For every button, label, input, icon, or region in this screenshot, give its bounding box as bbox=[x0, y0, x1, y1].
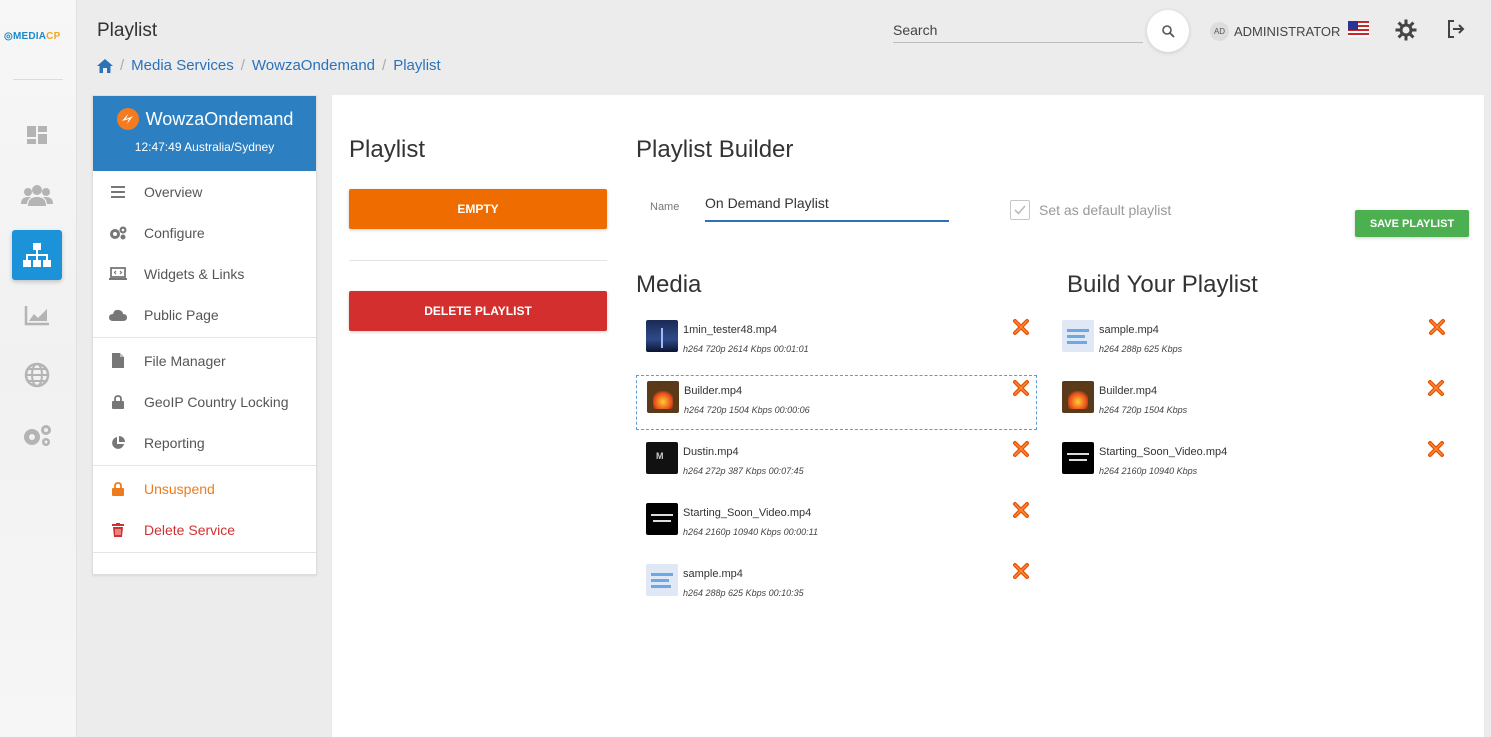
video-thumbnail: M bbox=[646, 442, 678, 474]
menu-unsuspend[interactable]: Unsuspend bbox=[93, 468, 316, 509]
remove-x-icon[interactable] bbox=[1012, 318, 1030, 336]
user-menu[interactable]: AD ADMINISTRATOR bbox=[1210, 22, 1340, 41]
media-heading: Media bbox=[636, 271, 702, 298]
empty-playlist-button[interactable]: EMPTY bbox=[349, 189, 607, 229]
file-icon bbox=[112, 353, 124, 368]
search-button[interactable] bbox=[1147, 10, 1189, 52]
service-menu: Overview Configure Widgets & Links Publi… bbox=[93, 171, 316, 553]
playlist-item[interactable]: Starting_Soon_Video.mp4 h264 2160p 10940 … bbox=[1052, 437, 1452, 492]
dashboard-icon bbox=[27, 126, 47, 144]
sitemap-icon bbox=[23, 243, 51, 267]
lock-icon bbox=[112, 394, 124, 409]
media-item[interactable]: M Dustin.mp4 h264 272p 387 Kbps 00:07:45 bbox=[636, 437, 1037, 492]
remove-x-icon[interactable] bbox=[1428, 318, 1446, 336]
video-thumbnail bbox=[1062, 320, 1094, 352]
media-item[interactable]: sample.mp4 h264 288p 625 Kbps 00:10:35 bbox=[636, 559, 1037, 614]
menu-geoip-locking[interactable]: GeoIP Country Locking bbox=[93, 381, 316, 422]
rail-divider bbox=[13, 79, 63, 80]
playlist-item[interactable]: sample.mp4 h264 288p 625 Kbps bbox=[1052, 315, 1452, 370]
breadcrumb-current[interactable]: Playlist bbox=[393, 57, 441, 74]
remove-x-icon[interactable] bbox=[1012, 440, 1030, 458]
remove-x-icon[interactable] bbox=[1427, 379, 1445, 397]
playlist-item[interactable]: Builder.mp4 h264 720p 1504 Kbps bbox=[1052, 376, 1452, 431]
remove-x-icon[interactable] bbox=[1012, 501, 1030, 519]
media-item[interactable]: 1min_tester48.mp4 h264 720p 2614 Kbps 00:… bbox=[636, 315, 1037, 370]
media-item-selected[interactable]: Builder.mp4 h264 720p 1504 Kbps 00:00:06 bbox=[636, 375, 1037, 430]
menu-widgets-links[interactable]: Widgets & Links bbox=[93, 253, 316, 294]
playlist-name-input[interactable] bbox=[705, 193, 949, 213]
name-label: Name bbox=[650, 201, 680, 213]
rail-reports-button[interactable] bbox=[12, 290, 62, 340]
user-name: ADMINISTRATOR bbox=[1234, 24, 1341, 39]
gears-icon bbox=[110, 226, 127, 239]
service-time: 12:47:49 Australia/Sydney bbox=[134, 140, 275, 154]
service-card: WowzaOndemand 12:47:49 Australia/Sydney … bbox=[92, 95, 317, 575]
playlist-card: Playlist EMPTY DELETE PLAYLIST Playlist … bbox=[332, 95, 1484, 737]
rail-dashboard-button[interactable] bbox=[12, 110, 62, 160]
rail-services-button[interactable] bbox=[12, 230, 62, 280]
video-thumbnail bbox=[646, 503, 678, 535]
cloud-icon bbox=[109, 309, 127, 321]
video-thumbnail bbox=[646, 320, 678, 352]
wowza-logo-icon bbox=[116, 108, 139, 130]
us-flag-icon[interactable] bbox=[1348, 21, 1369, 37]
breadcrumb: / Media Services / WowzaOndemand / Playl… bbox=[97, 57, 441, 74]
video-thumbnail bbox=[647, 381, 679, 413]
video-thumbnail bbox=[1062, 442, 1094, 474]
globe-icon bbox=[24, 362, 50, 388]
logo-circle-icon: ◎ bbox=[4, 31, 13, 42]
menu-configure[interactable]: Configure bbox=[93, 212, 316, 253]
save-playlist-button[interactable]: SAVE PLAYLIST bbox=[1355, 210, 1469, 237]
logout-icon[interactable] bbox=[1446, 19, 1466, 39]
unlock-icon bbox=[112, 481, 124, 496]
rail-users-button[interactable] bbox=[12, 170, 62, 220]
playlist-heading: Playlist bbox=[349, 136, 426, 163]
remove-x-icon[interactable] bbox=[1012, 379, 1030, 397]
service-name: WowzaOndemand bbox=[145, 108, 294, 129]
menu-file-manager[interactable]: File Manager bbox=[93, 340, 316, 381]
media-item[interactable]: Starting_Soon_Video.mp4 h264 2160p 10940 … bbox=[636, 498, 1037, 553]
page-title: Playlist bbox=[97, 20, 158, 41]
search-input[interactable] bbox=[893, 18, 1143, 42]
theme-gear-icon[interactable] bbox=[1395, 19, 1417, 41]
menu-delete-service[interactable]: Delete Service bbox=[93, 509, 316, 550]
menu-reporting[interactable]: Reporting bbox=[93, 422, 316, 463]
playlist-name-field[interactable] bbox=[705, 193, 949, 222]
nav-rail: ◎MEDIACP bbox=[0, 0, 77, 737]
pie-chart-icon bbox=[112, 435, 125, 449]
delete-playlist-button[interactable]: DELETE PLAYLIST bbox=[349, 291, 607, 331]
check-icon bbox=[1014, 205, 1026, 215]
default-playlist-checkbox[interactable] bbox=[1010, 200, 1030, 220]
build-playlist-heading: Build Your Playlist bbox=[1067, 271, 1258, 298]
users-icon bbox=[21, 185, 53, 206]
breadcrumb-service[interactable]: WowzaOndemand bbox=[252, 57, 375, 74]
home-icon[interactable] bbox=[97, 58, 113, 73]
rail-settings-button[interactable] bbox=[12, 410, 62, 460]
video-thumbnail bbox=[646, 564, 678, 596]
list-icon bbox=[111, 185, 125, 198]
cogs-icon bbox=[24, 425, 51, 446]
video-thumbnail bbox=[1062, 381, 1094, 413]
default-playlist-label: Set as default playlist bbox=[1039, 202, 1172, 218]
app-logo[interactable]: ◎MEDIACP bbox=[4, 31, 60, 42]
search-icon bbox=[1161, 24, 1175, 38]
avatar: AD bbox=[1210, 22, 1229, 41]
breadcrumb-media-services[interactable]: Media Services bbox=[131, 57, 234, 74]
default-playlist-option[interactable]: Set as default playlist bbox=[1010, 200, 1171, 220]
remove-x-icon[interactable] bbox=[1427, 440, 1445, 458]
menu-public-page[interactable]: Public Page bbox=[93, 294, 316, 335]
laptop-code-icon bbox=[109, 266, 127, 280]
service-header: WowzaOndemand 12:47:49 Australia/Sydney bbox=[93, 96, 316, 171]
remove-x-icon[interactable] bbox=[1012, 562, 1030, 580]
rail-globe-button[interactable] bbox=[12, 350, 62, 400]
menu-overview[interactable]: Overview bbox=[93, 171, 316, 212]
divider bbox=[349, 260, 607, 261]
builder-heading: Playlist Builder bbox=[636, 136, 794, 163]
area-chart-icon bbox=[24, 306, 49, 326]
search-field[interactable] bbox=[893, 18, 1143, 43]
trash-icon bbox=[112, 522, 124, 537]
